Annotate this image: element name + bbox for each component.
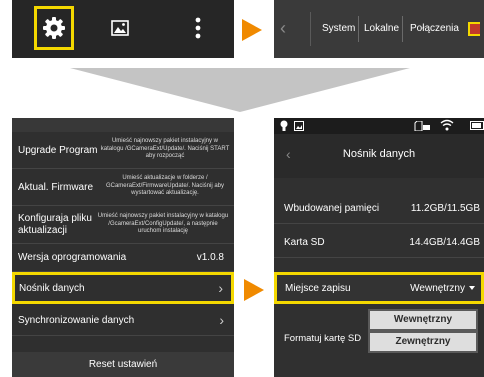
camera-toolbar [12, 0, 234, 58]
setting-description: Umieść najnowszy pakiet instalacyjny w k… [100, 138, 230, 159]
chevron-down-icon [70, 68, 410, 112]
tab-polaczenia[interactable]: Połączenia [410, 0, 459, 58]
gallery-button[interactable] [100, 6, 140, 50]
arrow-indicator-middle [244, 279, 264, 301]
storage-settings-panel: ‹ Nośnik danych Wbudowanej pamięci 11.2G… [274, 118, 484, 377]
chevron-right-icon: › [218, 280, 223, 296]
chevron-right-icon: › [219, 312, 224, 328]
save-location-label: Miejsce zapisu [285, 283, 351, 294]
storage-label: Wbudowanej pamięci [284, 203, 380, 214]
setting-row-upgrade[interactable]: Upgrade Program Umieść najnowszy pakiet … [12, 132, 234, 169]
tab-next-highlight[interactable] [468, 22, 480, 36]
save-location-dropdown: Wewnętrzny Zewnętrzny [368, 309, 478, 353]
divider [358, 16, 359, 42]
setting-row-sync[interactable]: Synchronizowanie danych › [12, 306, 234, 336]
setting-row-version: Wersja oprogramowania v1.0.8 [12, 244, 234, 272]
status-bar [274, 118, 484, 134]
more-vertical-icon [195, 17, 201, 39]
save-location-select[interactable]: Wewnętrzny [410, 283, 475, 294]
tab-lokalne[interactable]: Lokalne [364, 0, 399, 58]
setting-title: Nośnik danych [19, 283, 85, 294]
setting-description: Umieść aktualizacje w folderze / GCamera… [105, 175, 225, 196]
panel-top-strip [12, 118, 234, 132]
bulb-icon [280, 120, 288, 131]
settings-button[interactable] [34, 6, 74, 50]
setting-title: Wersja oprogramowania [18, 252, 127, 263]
battery-icon [470, 121, 484, 130]
setting-title: Upgrade Program [18, 145, 98, 156]
more-options-button[interactable] [178, 6, 218, 50]
divider [402, 16, 403, 42]
storage-header: ‹ Nośnik danych [274, 134, 484, 178]
save-location-value: Wewnętrzny [410, 283, 465, 294]
gear-icon [43, 17, 65, 39]
setting-title: Synchronizowanie danych [18, 315, 135, 326]
setting-row-firmware[interactable]: Aktual. Firmware Umieść aktualizacje w f… [12, 169, 234, 206]
sd-card-icon [414, 121, 430, 131]
setting-row-storage[interactable]: Nośnik danych › [12, 272, 234, 304]
setting-title: Aktual. Firmware [18, 182, 94, 193]
divider [310, 12, 311, 46]
page-title: Nośnik danych [342, 148, 416, 160]
tab-system[interactable]: System [322, 0, 355, 58]
storage-label: Karta SD [284, 237, 325, 248]
reset-settings-button[interactable]: Reset ustawień [12, 352, 234, 377]
dropdown-option-internal[interactable]: Wewnętrzny [370, 311, 476, 329]
storage-value: 14.4GB/14.4GB [409, 237, 480, 248]
storage-row-internal: Wbudowanej pamięci 11.2GB/11.5GB [274, 194, 484, 224]
version-value: v1.0.8 [196, 252, 224, 263]
format-sd-label: Formatuj kartę SD [284, 333, 362, 344]
dropdown-option-external[interactable]: Zewnętrzny [370, 333, 476, 351]
dropdown-arrow-icon [469, 286, 475, 291]
setting-row-config-update[interactable]: Konfiguraja pliku aktualizacji Umieść na… [12, 206, 234, 244]
save-location-row[interactable]: Miejsce zapisu Wewnętrzny [274, 272, 484, 304]
wifi-icon [440, 119, 454, 131]
gallery-icon [294, 121, 304, 131]
image-icon [111, 20, 129, 36]
storage-row-sd: Karta SD 14.4GB/14.4GB [274, 228, 484, 258]
setting-title: Konfiguraja pliku aktualizacji [18, 213, 92, 236]
settings-list-panel: Upgrade Program Umieść najnowszy pakiet … [12, 118, 234, 377]
settings-tab-bar: ‹ System Lokalne Połączenia [274, 0, 484, 58]
storage-value: 11.2GB/11.5GB [410, 203, 480, 214]
arrow-indicator-top [242, 19, 262, 41]
back-chevron-icon[interactable]: ‹ [280, 18, 286, 39]
setting-description: Umieść najnowszy pakiet instalacyjny w k… [97, 213, 229, 234]
